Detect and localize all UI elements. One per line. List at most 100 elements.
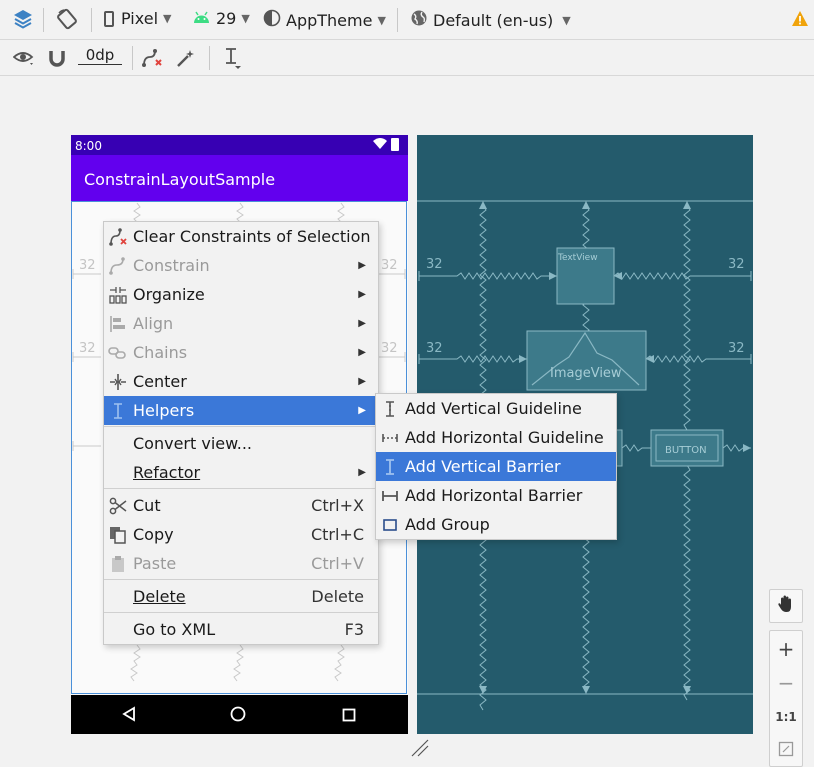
overview-icon <box>342 707 356 726</box>
menu-item-center[interactable]: Center ▶ <box>104 367 378 396</box>
menu-item-label: Center <box>133 372 187 391</box>
menu-item-delete[interactable]: Delete Delete <box>104 582 378 611</box>
api-level-selector[interactable]: 29 ▼ <box>193 9 250 28</box>
clear-constraints-icon[interactable] <box>141 48 163 68</box>
menu-item-label: Delete <box>133 587 186 606</box>
wifi-icon <box>373 138 387 153</box>
submenu-item-add-vertical-barrier[interactable]: Add Vertical Barrier <box>376 452 616 481</box>
submenu-item-label: Add Horizontal Guideline <box>405 428 604 447</box>
chains-icon <box>108 343 128 363</box>
zoom-out-button[interactable]: − <box>769 668 803 698</box>
warning-icon[interactable] <box>791 10 809 27</box>
back-icon <box>121 706 137 726</box>
api-level-label: 29 <box>216 9 237 28</box>
design-margin-label: 32 <box>381 341 398 356</box>
menu-item-chains[interactable]: Chains ▶ <box>104 338 378 367</box>
vertical-guideline-icon <box>380 399 400 419</box>
constrain-icon <box>108 256 128 276</box>
menu-item-copy[interactable]: Copy Ctrl+C <box>104 520 378 549</box>
orientation-icon[interactable] <box>56 8 78 30</box>
menu-item-clear-constraints[interactable]: Clear Constraints of Selection <box>104 222 378 251</box>
submenu-item-add-horizontal-guideline[interactable]: Add Horizontal Guideline <box>376 423 616 452</box>
navigation-bar <box>71 695 408 734</box>
button-widget-label: BUTTON <box>665 445 707 456</box>
toolbar-divider <box>132 46 133 70</box>
vertical-barrier-icon <box>380 457 400 477</box>
app-title: ConstrainLayoutSample <box>84 170 276 189</box>
menu-item-label: Chains <box>133 343 188 362</box>
scissors-icon <box>108 496 128 516</box>
blueprint-margin-label: 32 <box>728 341 745 356</box>
menu-item-label: Constrain <box>133 256 210 275</box>
pan-button[interactable] <box>769 589 803 623</box>
design-margin-label: 32 <box>79 341 96 356</box>
zoom-to-fit-button[interactable] <box>769 736 803 766</box>
globe-icon <box>410 9 428 31</box>
menu-item-shortcut: Ctrl+C <box>310 525 364 544</box>
guidelines-icon[interactable] <box>222 47 242 69</box>
submenu-item-label: Add Horizontal Barrier <box>405 486 583 505</box>
horizontal-guideline-icon <box>380 428 400 448</box>
layers-icon[interactable] <box>12 8 34 30</box>
zoom-to-fit-icon <box>778 741 794 761</box>
default-margin-value: 0dp <box>85 46 115 64</box>
default-margin-field[interactable]: 0dp <box>78 46 122 65</box>
imageview-widget <box>526 330 647 391</box>
menu-item-label: Copy <box>133 525 174 544</box>
zoom-in-button[interactable]: + <box>769 634 803 664</box>
menu-item-label: Refactor <box>133 463 201 482</box>
infer-constraints-icon[interactable] <box>176 48 196 68</box>
chevron-down-icon: ▼ <box>562 13 571 27</box>
submenu-item-add-horizontal-barrier[interactable]: Add Horizontal Barrier <box>376 481 616 510</box>
menu-separator <box>104 579 378 580</box>
home-icon <box>230 706 246 726</box>
plus-icon: + <box>777 637 795 661</box>
theme-selector[interactable]: AppTheme ▼ <box>263 9 386 31</box>
submenu-item-add-vertical-guideline[interactable]: Add Vertical Guideline <box>376 394 616 423</box>
device-label: Pixel <box>121 9 159 28</box>
menu-item-go-to-xml[interactable]: Go to XML F3 <box>104 615 378 644</box>
menu-item-label: Convert view... <box>133 434 252 453</box>
menu-item-shortcut: Ctrl+V <box>311 554 364 573</box>
menu-item-shortcut: Ctrl+X <box>311 496 364 515</box>
zoom-actual-size-button[interactable]: 1:1 <box>769 702 803 732</box>
battery-icon <box>391 138 399 151</box>
phone-icon <box>104 10 114 27</box>
app-bar: ConstrainLayoutSample <box>71 155 408 201</box>
imageview-label: ImageView <box>550 366 622 381</box>
locale-selector[interactable]: Default (en-us) ▼ <box>410 9 571 31</box>
eye-icon[interactable] <box>13 49 35 67</box>
chevron-right-icon: ▶ <box>358 318 366 329</box>
context-menu: Clear Constraints of Selection Constrain… <box>103 221 379 645</box>
submenu-item-add-group[interactable]: Add Group <box>376 510 616 539</box>
resize-handle-icon[interactable] <box>410 738 430 762</box>
menu-separator <box>104 612 378 613</box>
menu-item-label: Clear Constraints of Selection <box>133 227 371 246</box>
hand-icon <box>777 594 795 618</box>
submenu-item-label: Add Group <box>405 515 490 534</box>
menu-item-shortcut: Delete <box>311 587 364 606</box>
menu-item-label: Helpers <box>133 401 195 420</box>
organize-icon <box>108 285 128 305</box>
zoom-actual-size-label: 1:1 <box>775 710 797 724</box>
blueprint-margin-label: 32 <box>728 257 745 272</box>
menu-item-align[interactable]: Align ▶ <box>104 309 378 338</box>
chevron-right-icon: ▶ <box>358 260 366 271</box>
menu-item-cut[interactable]: Cut Ctrl+X <box>104 491 378 520</box>
menu-separator <box>104 488 378 489</box>
menu-item-convert-view[interactable]: Convert view... <box>104 429 378 458</box>
toolbar-divider <box>91 8 92 32</box>
helpers-icon <box>108 401 128 421</box>
menu-item-helpers[interactable]: Helpers ▶ <box>104 396 378 425</box>
magnet-icon[interactable] <box>48 49 66 67</box>
menu-item-paste[interactable]: Paste Ctrl+V <box>104 549 378 578</box>
submenu-item-label: Add Vertical Barrier <box>405 457 561 476</box>
device-selector[interactable]: Pixel ▼ <box>104 9 171 28</box>
group-icon <box>380 515 400 535</box>
menu-item-constrain[interactable]: Constrain ▶ <box>104 251 378 280</box>
chevron-right-icon: ▶ <box>358 289 366 300</box>
menu-item-refactor[interactable]: Refactor ▶ <box>104 458 378 487</box>
align-icon <box>108 314 128 334</box>
menu-separator <box>104 426 378 427</box>
menu-item-organize[interactable]: Organize ▶ <box>104 280 378 309</box>
